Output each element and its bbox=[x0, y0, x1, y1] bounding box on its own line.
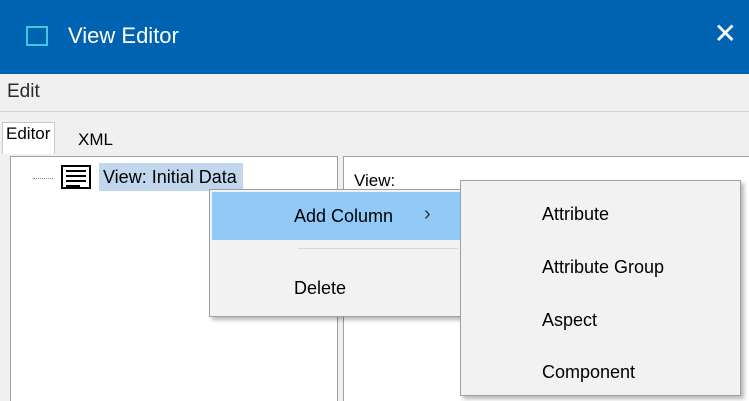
submenu-item-aspect[interactable]: Aspect bbox=[461, 297, 740, 343]
menu-item-label: Delete bbox=[294, 278, 347, 298]
menu-item-label: Add Column bbox=[294, 206, 394, 226]
menu-separator bbox=[298, 248, 458, 249]
submenu-item-label: Attribute Group bbox=[542, 257, 665, 277]
menu-edit[interactable]: Edit bbox=[7, 81, 40, 103]
submenu-item-attribute-group[interactable]: Attribute Group bbox=[461, 244, 740, 290]
tab-xml[interactable]: XML bbox=[76, 130, 115, 150]
submenu-item-attribute[interactable]: Attribute bbox=[461, 191, 740, 237]
tab-strip: Editor XML bbox=[0, 112, 749, 156]
submenu-item-label: Aspect bbox=[542, 310, 598, 330]
properties-label: View: bbox=[354, 171, 396, 190]
chevron-right-icon: › bbox=[424, 203, 431, 225]
submenu-item-label: Component bbox=[542, 362, 636, 382]
close-icon[interactable]: ✕ bbox=[714, 18, 737, 50]
tree-connector bbox=[33, 178, 53, 179]
title-bar: View Editor ✕ bbox=[0, 0, 749, 74]
window-title: View Editor bbox=[68, 23, 179, 48]
tab-editor[interactable]: Editor bbox=[2, 122, 56, 154]
tree-node-view[interactable]: View: Initial Data bbox=[99, 163, 243, 191]
menu-item-add-column[interactable]: Add Column › bbox=[212, 192, 464, 240]
window-icon bbox=[26, 26, 48, 46]
submenu-item-label: Attribute bbox=[542, 204, 610, 224]
menu-bar: Edit bbox=[0, 74, 749, 112]
submenu-item-component[interactable]: Component bbox=[461, 349, 740, 395]
document-lines-icon bbox=[61, 165, 91, 189]
context-menu: Add Column › Delete bbox=[209, 189, 467, 317]
menu-item-delete[interactable]: Delete bbox=[212, 264, 464, 312]
add-column-submenu: Attribute Attribute Group Aspect Compone… bbox=[460, 180, 741, 396]
